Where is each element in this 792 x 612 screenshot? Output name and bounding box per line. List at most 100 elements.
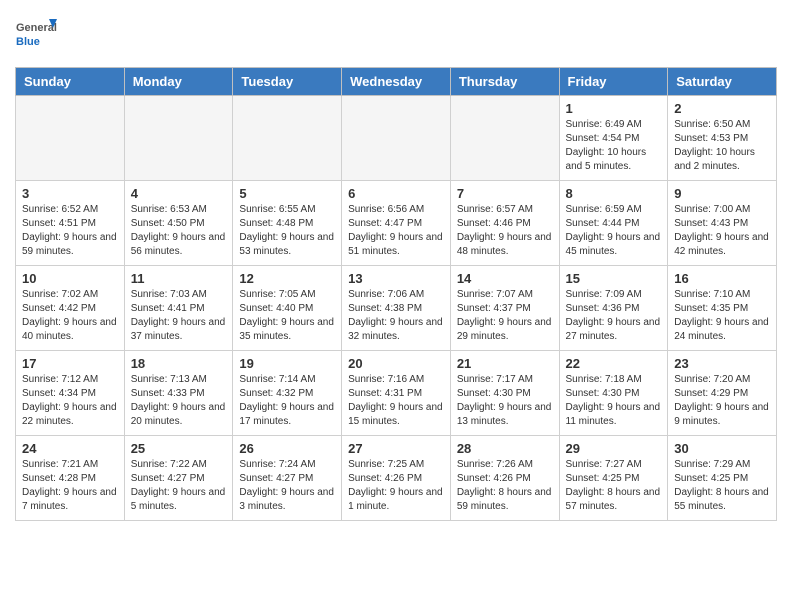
calendar-cell: 1 Sunrise: 6:49 AM Sunset: 4:54 PM Daylig… xyxy=(559,96,668,181)
calendar-cell: 15 Sunrise: 7:09 AM Sunset: 4:36 PM Dayli… xyxy=(559,266,668,351)
calendar-cell: 21 Sunrise: 7:17 AM Sunset: 4:30 PM Dayli… xyxy=(450,351,559,436)
day-number: 9 xyxy=(674,186,770,201)
weekday-header-saturday: Saturday xyxy=(668,68,777,96)
calendar-cell: 26 Sunrise: 7:24 AM Sunset: 4:27 PM Dayli… xyxy=(233,436,342,521)
weekday-header-row: SundayMondayTuesdayWednesdayThursdayFrid… xyxy=(16,68,777,96)
day-info: Sunrise: 6:52 AM Sunset: 4:51 PM Dayligh… xyxy=(22,203,118,259)
calendar-cell: 22 Sunrise: 7:18 AM Sunset: 4:30 PM Dayli… xyxy=(559,351,668,436)
day-number: 20 xyxy=(348,356,444,371)
calendar-cell: 13 Sunrise: 7:06 AM Sunset: 4:38 PM Dayli… xyxy=(342,266,451,351)
day-info: Sunrise: 7:14 AM Sunset: 4:32 PM Dayligh… xyxy=(239,373,335,429)
day-number: 24 xyxy=(22,441,118,456)
calendar-cell: 14 Sunrise: 7:07 AM Sunset: 4:37 PM Dayli… xyxy=(450,266,559,351)
day-info: Sunrise: 7:09 AM Sunset: 4:36 PM Dayligh… xyxy=(566,288,662,344)
week-row-2: 3 Sunrise: 6:52 AM Sunset: 4:51 PM Daylig… xyxy=(16,181,777,266)
day-number: 17 xyxy=(22,356,118,371)
calendar-cell: 29 Sunrise: 7:27 AM Sunset: 4:25 PM Dayli… xyxy=(559,436,668,521)
day-number: 19 xyxy=(239,356,335,371)
calendar-cell: 25Sunrise: 7:22 AM Sunset: 4:27 PM Dayli… xyxy=(124,436,233,521)
day-info: Sunrise: 6:50 AM Sunset: 4:53 PM Dayligh… xyxy=(674,118,770,174)
calendar-cell: 18Sunrise: 7:13 AM Sunset: 4:33 PM Dayli… xyxy=(124,351,233,436)
day-info: Sunrise: 7:29 AM Sunset: 4:25 PM Dayligh… xyxy=(674,458,770,514)
weekday-header-friday: Friday xyxy=(559,68,668,96)
day-info: Sunrise: 7:07 AM Sunset: 4:37 PM Dayligh… xyxy=(457,288,553,344)
day-info: Sunrise: 7:12 AM Sunset: 4:34 PM Dayligh… xyxy=(22,373,118,429)
calendar-cell xyxy=(233,96,342,181)
day-info: Sunrise: 6:53 AM Sunset: 4:50 PM Dayligh… xyxy=(131,203,227,259)
day-info: Sunrise: 7:26 AM Sunset: 4:26 PM Dayligh… xyxy=(457,458,553,514)
calendar-cell: 2 Sunrise: 6:50 AM Sunset: 4:53 PM Daylig… xyxy=(668,96,777,181)
calendar-cell: 20 Sunrise: 7:16 AM Sunset: 4:31 PM Dayli… xyxy=(342,351,451,436)
day-info: Sunrise: 7:13 AM Sunset: 4:33 PM Dayligh… xyxy=(131,373,227,429)
calendar-cell: 27 Sunrise: 7:25 AM Sunset: 4:26 PM Dayli… xyxy=(342,436,451,521)
calendar-cell: 4 Sunrise: 6:53 AM Sunset: 4:50 PM Daylig… xyxy=(124,181,233,266)
day-number: 27 xyxy=(348,441,444,456)
calendar-cell: 7 Sunrise: 6:57 AM Sunset: 4:46 PM Daylig… xyxy=(450,181,559,266)
calendar-cell: 3 Sunrise: 6:52 AM Sunset: 4:51 PM Daylig… xyxy=(16,181,125,266)
day-info: Sunrise: 6:49 AM Sunset: 4:54 PM Dayligh… xyxy=(566,118,662,174)
weekday-header-thursday: Thursday xyxy=(450,68,559,96)
day-number: 5 xyxy=(239,186,335,201)
logo-svg: General Blue xyxy=(15,15,57,57)
weekday-header-tuesday: Tuesday xyxy=(233,68,342,96)
day-number: 2 xyxy=(674,101,770,116)
day-info: Sunrise: 7:18 AM Sunset: 4:30 PM Dayligh… xyxy=(566,373,662,429)
day-number: 1 xyxy=(566,101,662,116)
day-number: 22 xyxy=(566,356,662,371)
logo: General Blue xyxy=(15,15,57,57)
calendar-cell xyxy=(450,96,559,181)
day-number: 23 xyxy=(674,356,770,371)
day-info: Sunrise: 6:56 AM Sunset: 4:47 PM Dayligh… xyxy=(348,203,444,259)
calendar-cell: 19 Sunrise: 7:14 AM Sunset: 4:32 PM Dayli… xyxy=(233,351,342,436)
day-number: 11 xyxy=(131,271,227,286)
page-header: General Blue xyxy=(15,15,777,57)
day-number: 6 xyxy=(348,186,444,201)
week-row-1: 1 Sunrise: 6:49 AM Sunset: 4:54 PM Daylig… xyxy=(16,96,777,181)
day-number: 14 xyxy=(457,271,553,286)
calendar-cell: 17 Sunrise: 7:12 AM Sunset: 4:34 PM Dayli… xyxy=(16,351,125,436)
calendar-cell xyxy=(342,96,451,181)
day-number: 12 xyxy=(239,271,335,286)
day-info: Sunrise: 6:57 AM Sunset: 4:46 PM Dayligh… xyxy=(457,203,553,259)
weekday-header-wednesday: Wednesday xyxy=(342,68,451,96)
calendar-cell: 23 Sunrise: 7:20 AM Sunset: 4:29 PM Dayli… xyxy=(668,351,777,436)
day-info: Sunrise: 7:00 AM Sunset: 4:43 PM Dayligh… xyxy=(674,203,770,259)
day-number: 21 xyxy=(457,356,553,371)
day-info: Sunrise: 6:55 AM Sunset: 4:48 PM Dayligh… xyxy=(239,203,335,259)
day-number: 7 xyxy=(457,186,553,201)
svg-text:General: General xyxy=(16,22,57,34)
day-number: 8 xyxy=(566,186,662,201)
day-info: Sunrise: 7:24 AM Sunset: 4:27 PM Dayligh… xyxy=(239,458,335,514)
week-row-3: 10Sunrise: 7:02 AM Sunset: 4:42 PM Dayli… xyxy=(16,266,777,351)
calendar-cell: 9 Sunrise: 7:00 AM Sunset: 4:43 PM Daylig… xyxy=(668,181,777,266)
day-info: Sunrise: 7:17 AM Sunset: 4:30 PM Dayligh… xyxy=(457,373,553,429)
weekday-header-sunday: Sunday xyxy=(16,68,125,96)
calendar-cell: 12Sunrise: 7:05 AM Sunset: 4:40 PM Dayli… xyxy=(233,266,342,351)
day-number: 28 xyxy=(457,441,553,456)
day-info: Sunrise: 7:27 AM Sunset: 4:25 PM Dayligh… xyxy=(566,458,662,514)
calendar-cell: 30 Sunrise: 7:29 AM Sunset: 4:25 PM Dayli… xyxy=(668,436,777,521)
calendar-cell: 6 Sunrise: 6:56 AM Sunset: 4:47 PM Daylig… xyxy=(342,181,451,266)
day-info: Sunrise: 7:16 AM Sunset: 4:31 PM Dayligh… xyxy=(348,373,444,429)
calendar-cell: 5 Sunrise: 6:55 AM Sunset: 4:48 PM Daylig… xyxy=(233,181,342,266)
day-info: Sunrise: 7:20 AM Sunset: 4:29 PM Dayligh… xyxy=(674,373,770,429)
day-number: 4 xyxy=(131,186,227,201)
day-number: 15 xyxy=(566,271,662,286)
calendar-cell xyxy=(124,96,233,181)
day-number: 13 xyxy=(348,271,444,286)
day-info: Sunrise: 7:22 AM Sunset: 4:27 PM Dayligh… xyxy=(131,458,227,514)
weekday-header-monday: Monday xyxy=(124,68,233,96)
day-number: 29 xyxy=(566,441,662,456)
day-info: Sunrise: 7:02 AM Sunset: 4:42 PM Dayligh… xyxy=(22,288,118,344)
svg-text:Blue: Blue xyxy=(16,36,40,48)
week-row-4: 17 Sunrise: 7:12 AM Sunset: 4:34 PM Dayli… xyxy=(16,351,777,436)
day-number: 26 xyxy=(239,441,335,456)
day-info: Sunrise: 7:06 AM Sunset: 4:38 PM Dayligh… xyxy=(348,288,444,344)
day-info: Sunrise: 7:10 AM Sunset: 4:35 PM Dayligh… xyxy=(674,288,770,344)
calendar-cell: 8Sunrise: 6:59 AM Sunset: 4:44 PM Daylig… xyxy=(559,181,668,266)
day-info: Sunrise: 7:25 AM Sunset: 4:26 PM Dayligh… xyxy=(348,458,444,514)
day-number: 3 xyxy=(22,186,118,201)
calendar-cell: 24Sunrise: 7:21 AM Sunset: 4:28 PM Dayli… xyxy=(16,436,125,521)
calendar-table: SundayMondayTuesdayWednesdayThursdayFrid… xyxy=(15,67,777,521)
day-number: 30 xyxy=(674,441,770,456)
